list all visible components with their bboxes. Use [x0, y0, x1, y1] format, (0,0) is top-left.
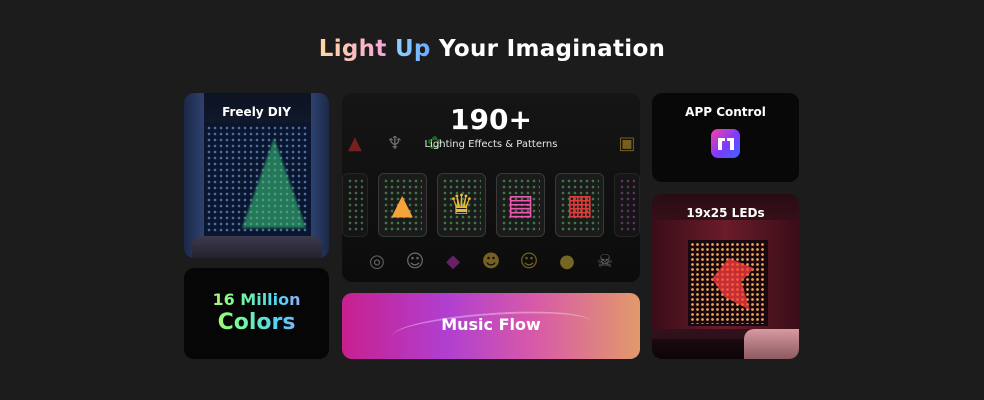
birthday-cake-icon: ▤ — [496, 173, 546, 237]
sofa-image — [192, 236, 322, 258]
app-logo-icon — [711, 129, 740, 158]
trophy-icon: ♛ — [436, 173, 486, 237]
effects-tile-row: ▲ ♛ ▤ ▦ — [342, 173, 640, 237]
colors-line2: Colors — [184, 310, 329, 335]
headline-rest: Your Imagination — [439, 36, 666, 62]
colors-line1: 16 Million — [184, 290, 329, 309]
led-panel — [688, 240, 768, 326]
effects-count: 190+ — [450, 103, 532, 136]
grin-icon: ☺ — [519, 250, 539, 272]
headline-light: Light — [318, 36, 387, 62]
tile-partial-right — [614, 173, 640, 237]
skull-icon: ☠ — [596, 250, 614, 272]
gift-box-icon: ▦ — [555, 173, 605, 237]
christmas-tree-icon: ▲ — [377, 173, 427, 237]
feature-card-music: Music Flow — [342, 293, 640, 359]
feature-card-leds: 19x25 LEDs — [652, 194, 799, 359]
leds-title: 19x25 LEDs — [686, 206, 765, 220]
game-controller-icon: ◎ — [369, 250, 385, 272]
led-tree-pattern — [242, 138, 306, 228]
sofa-image — [744, 329, 799, 359]
music-flow-label: Music Flow — [441, 315, 541, 334]
chick-icon: ● — [559, 250, 575, 272]
effects-subtitle: Lighting Effects & Patterns — [424, 139, 558, 150]
app-control-title: APP Control — [685, 105, 766, 119]
feature-card-effects: ▲ ♆ ✿ ▣ ▲ ♛ ▤ ▦ ◎ ☺ ◆ ☻ ☺ ● ☠ 190+ Light… — [342, 93, 640, 282]
smiley-icon: ☺ — [405, 250, 425, 272]
feature-card-app: APP Control — [652, 93, 799, 182]
effects-icon-row-bottom: ◎ ☺ ◆ ☻ ☺ ● ☠ — [342, 247, 640, 275]
feature-card-colors: 16 Million Colors — [184, 268, 329, 359]
tile-partial-left — [342, 173, 368, 237]
feature-card-diy: Freely DIY — [184, 93, 329, 258]
smiley-icon: ☻ — [481, 250, 501, 272]
headline: Light Up Your Imagination — [0, 36, 984, 62]
headline-up: Up — [394, 36, 431, 62]
diy-title: Freely DIY — [222, 105, 291, 119]
cat-icon: ◆ — [446, 250, 460, 272]
